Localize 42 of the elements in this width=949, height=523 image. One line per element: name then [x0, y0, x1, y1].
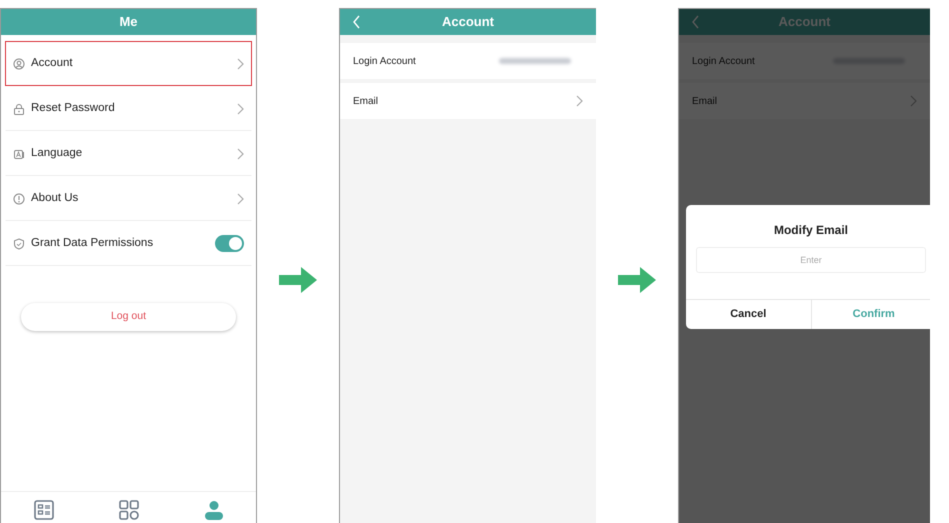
screen-title: Account — [778, 13, 830, 32]
menu-item[interactable]: Grant Data Permissions — [5, 221, 252, 266]
row-label: Email — [692, 94, 718, 108]
chevron-right-icon — [575, 95, 583, 107]
chevron-right-icon — [909, 95, 917, 107]
chevron-right-icon — [236, 102, 244, 114]
email-input[interactable]: Enter — [696, 247, 926, 273]
language-icon — [13, 148, 25, 160]
grid-icon[interactable] — [118, 500, 138, 520]
chevron-right-icon — [236, 148, 244, 160]
dialog-title: Modify Email — [772, 222, 849, 239]
list-row[interactable]: Email — [340, 83, 596, 119]
menu-label: About Us — [31, 190, 80, 206]
menu-item[interactable]: Language — [5, 131, 252, 176]
lock-icon — [13, 102, 25, 114]
arrow-icon — [618, 266, 656, 294]
logout-button[interactable]: Log out — [21, 303, 236, 331]
screen-title: Me — [119, 13, 138, 32]
person-icon — [13, 58, 25, 70]
blurred-value — [499, 58, 571, 64]
menu-label: Language — [31, 146, 84, 161]
dialog-button[interactable]: Cancel — [686, 300, 810, 329]
menu-item[interactable]: Account — [5, 41, 252, 86]
menu-label: Account — [31, 56, 74, 71]
person-icon[interactable] — [204, 500, 224, 520]
list-icon[interactable] — [34, 500, 54, 520]
menu-item[interactable]: Reset Password — [5, 86, 252, 131]
back-icon[interactable] — [691, 15, 700, 29]
menu-item[interactable]: About Us — [5, 176, 252, 221]
toggle-switch[interactable] — [215, 235, 244, 252]
arrow-icon — [279, 266, 317, 294]
screen-title: Account — [442, 13, 494, 32]
chevron-right-icon — [236, 192, 244, 204]
row-label: Email — [353, 94, 380, 108]
back-icon[interactable] — [352, 15, 361, 29]
menu-label: Grant Data Permissions — [31, 236, 154, 251]
row-label: Login Account — [692, 54, 756, 68]
info-icon — [13, 192, 25, 204]
shield-icon — [13, 238, 25, 250]
menu-label: Reset Password — [31, 100, 116, 116]
chevron-right-icon — [236, 58, 244, 70]
row-label: Login Account — [353, 54, 417, 68]
